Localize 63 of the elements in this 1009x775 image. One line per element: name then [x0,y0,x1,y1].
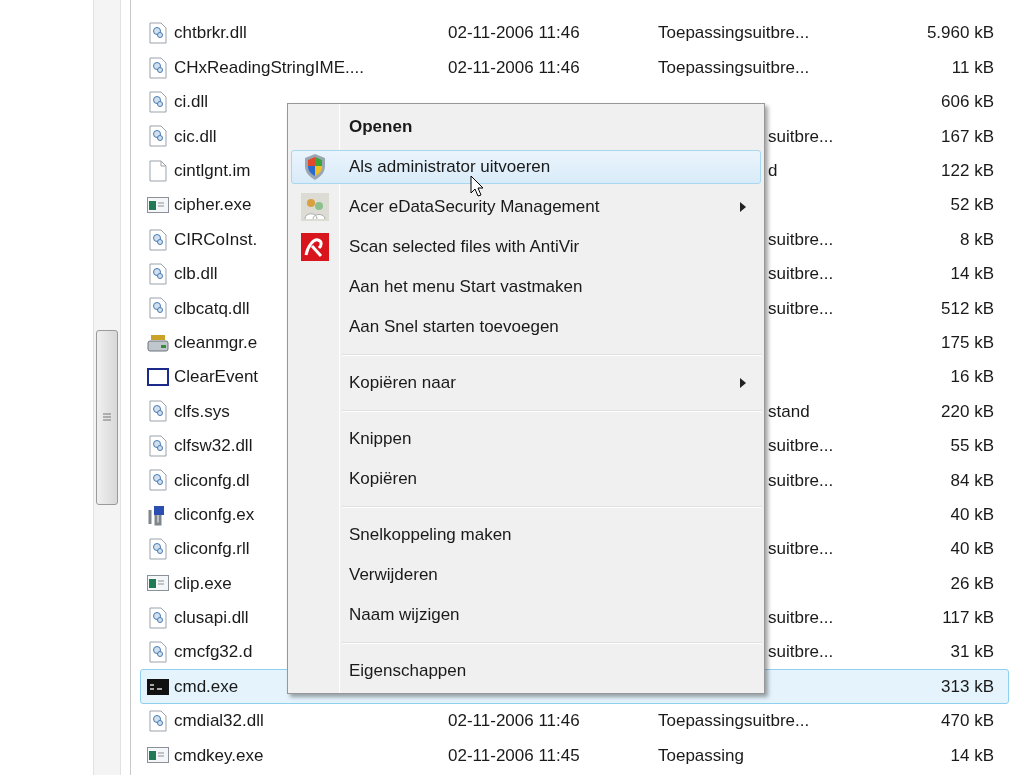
file-name: clbcatq.dll [174,297,250,320]
file-size: 512 kB [941,297,994,320]
file-size: 175 kB [941,331,994,354]
file-type: Toepassingsuitbre... [658,711,810,731]
file-type: Toepassing [658,745,744,765]
file-type: Toepassingsuitbre... [658,57,810,77]
file-name: chtbrkr.dll [174,22,247,45]
file-type: suitbre... [768,436,834,456]
file-size: 84 kB [950,469,994,492]
file-size: 470 kB [941,710,994,733]
file-name: clb.dll [174,263,218,286]
file-size: 606 kB [941,91,994,114]
file-type: stand [768,401,810,421]
file-name: cmcfg32.d [174,641,253,664]
file-name: cleanmgr.e [174,331,258,354]
file-type: suitbre... [768,126,834,146]
file-name: clfsw32.dll [174,435,253,458]
file-name: cliconfg.rll [174,538,250,561]
file-name: clusapi.dll [174,607,249,630]
file-type: d [768,161,778,180]
file-date: 02-11-2006 11:46 [448,57,580,77]
file-type: suitbre... [768,539,834,559]
file-name: cintlgnt.im [174,160,251,182]
file-type: suitbre... [768,642,834,662]
file-size: 220 kB [941,400,994,423]
file-size: 5.960 kB [926,22,994,45]
file-name: cliconfg.ex [174,503,255,526]
file-name: CIRCoInst. [174,228,258,251]
file-name: cic.dll [174,125,217,148]
file-size: 31 kB [950,641,994,664]
file-size: 14 kB [950,744,994,767]
file-type: Toepassingsuitbre... [658,23,810,43]
file-type: suitbre... [768,608,834,628]
file-name: clfs.sys [174,400,230,423]
file-size: 40 kB [950,503,994,526]
file-name: ci.dll [174,91,208,114]
file-size: 26 kB [950,572,994,595]
file-size: 8 kB [959,228,994,251]
file-size: 14 kB [950,263,994,286]
file-size: 16 kB [950,366,994,389]
file-name: clip.exe [174,572,232,595]
file-size: 313 kB [941,675,994,698]
file-size: 40 kB [950,538,994,561]
file-size: 55 kB [950,435,994,458]
file-type: suitbre... [768,229,834,249]
file-date: 02-11-2006 11:46 [448,711,580,731]
file-name: cmd.exe [174,675,239,698]
file-size: 122 kB [941,160,994,182]
file-name: cmdkey.exe [174,744,264,767]
file-date: 02-11-2006 11:46 [448,23,580,43]
file-name: cmdial32.dll [174,710,264,733]
file-date: 02-11-2006 11:45 [448,745,580,765]
file-size: 52 kB [950,194,994,217]
file-type: suitbre... [768,298,834,318]
file-size: 167 kB [941,125,994,148]
file-name: ClearEvent [174,366,259,389]
file-name: cliconfg.dl [174,469,250,492]
file-size: 11 kB [951,56,994,79]
file-type: suitbre... [768,264,834,284]
file-type: suitbre... [768,470,834,490]
file-name: cipher.exe [174,194,252,217]
file-size: 117 kB [942,607,994,630]
file-name: CHxReadingStringIME.... [174,56,364,79]
